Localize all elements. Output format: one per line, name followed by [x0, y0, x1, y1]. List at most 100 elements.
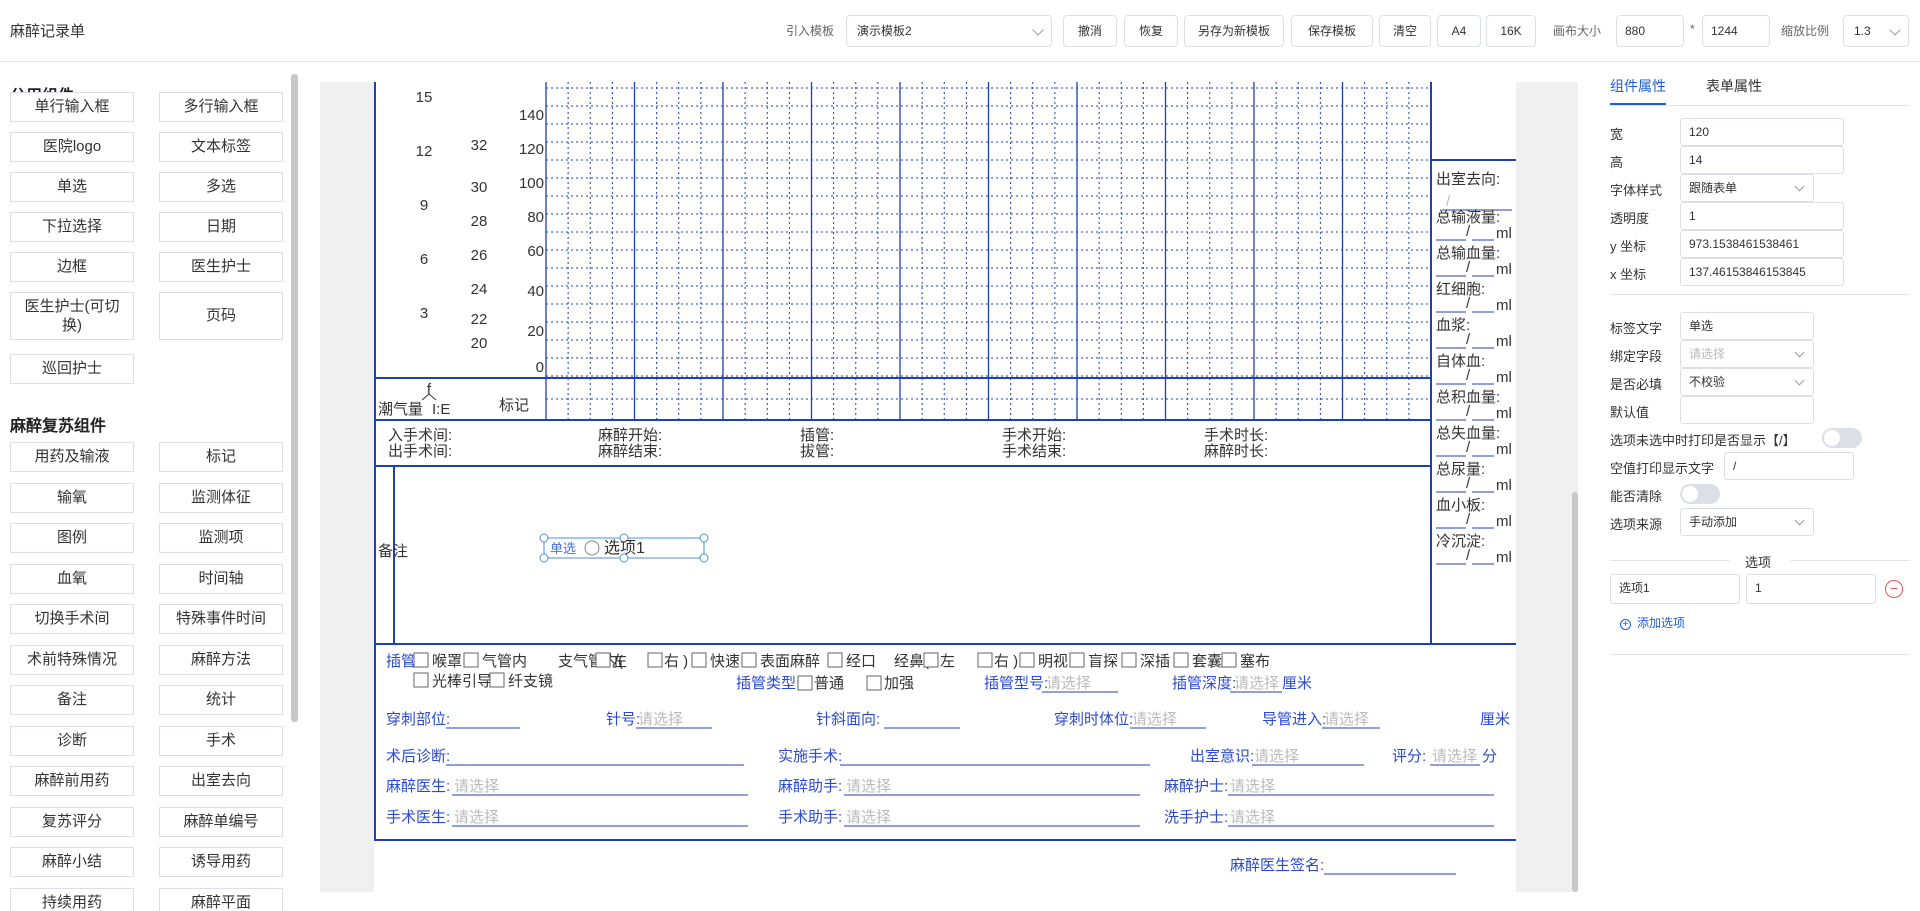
- 16k-button[interactable]: 16K: [1486, 15, 1536, 47]
- bind-field-select[interactable]: 请选择: [1680, 340, 1814, 368]
- component-button[interactable]: 麻醉方法: [159, 644, 283, 675]
- save-template-button[interactable]: 保存模板: [1291, 15, 1373, 47]
- component-button[interactable]: 标记: [159, 442, 283, 472]
- axis-label-resp: 6: [420, 251, 428, 268]
- needle-label: 针号:: [606, 711, 640, 728]
- component-button[interactable]: 边框: [10, 252, 134, 282]
- component-button[interactable]: 麻醉小结: [10, 847, 134, 877]
- component-button[interactable]: 切换手术间: [10, 604, 134, 634]
- axis-label-temp: 22: [471, 311, 488, 328]
- component-button[interactable]: 用药及输液: [10, 442, 134, 472]
- component-button[interactable]: 监测体征: [159, 482, 283, 513]
- axis-label-bp: 60: [527, 243, 544, 260]
- left-scrollbar[interactable]: [291, 74, 298, 722]
- add-option-label: 添加选项: [1637, 616, 1686, 630]
- component-button[interactable]: 文本标签: [159, 132, 283, 162]
- component-button[interactable]: 下拉选择: [10, 212, 134, 242]
- add-option-link[interactable]: + 添加选项: [1620, 614, 1685, 631]
- option-label-input[interactable]: 选项1: [1610, 574, 1740, 604]
- checkbox: [413, 652, 429, 668]
- select-placeholder: 请选择: [846, 809, 891, 826]
- select-placeholder: 请选择: [1230, 778, 1275, 795]
- print-unselected-toggle[interactable]: [1822, 428, 1862, 448]
- component-button[interactable]: 医院logo: [10, 132, 134, 162]
- checkbox: [413, 672, 429, 688]
- select-placeholder: 请选择: [1254, 748, 1299, 765]
- surgery-performed-label: 实施手术:: [778, 748, 842, 765]
- component-button[interactable]: 血氧: [10, 563, 134, 594]
- component-button[interactable]: 页码: [159, 292, 283, 340]
- component-button[interactable]: 监测项: [159, 523, 283, 553]
- stat-unit: ml: [1496, 405, 1512, 422]
- remove-option-icon[interactable]: −: [1885, 580, 1903, 598]
- component-button[interactable]: 输氧: [10, 482, 134, 513]
- tag-text-input[interactable]: 单选: [1680, 312, 1814, 340]
- clearable-toggle[interactable]: [1680, 484, 1720, 504]
- component-button[interactable]: 诊断: [10, 725, 134, 756]
- component-button[interactable]: 巡回护士: [10, 354, 134, 384]
- stat-slash: /: [1466, 331, 1471, 348]
- staff-label: 麻醉医生:: [386, 778, 450, 795]
- canvas-scrollbar[interactable]: [1572, 492, 1578, 892]
- select-placeholder: 请选择: [1432, 748, 1477, 765]
- component-button[interactable]: 统计: [159, 685, 283, 715]
- height-input[interactable]: 14: [1680, 146, 1844, 174]
- checkbox-label: 盲探: [1088, 653, 1118, 670]
- plus-circle-icon: +: [1620, 619, 1631, 630]
- component-button[interactable]: 麻醉前用药: [10, 766, 134, 796]
- clear-button[interactable]: 清空: [1379, 15, 1431, 47]
- bevel-label: 针斜面向:: [816, 711, 880, 728]
- option-source-select[interactable]: 手动添加: [1680, 508, 1814, 536]
- x-coordinate-input[interactable]: 137.46153846153845: [1680, 258, 1844, 286]
- component-button[interactable]: 手术: [159, 725, 283, 756]
- component-button[interactable]: 日期: [159, 212, 283, 242]
- time-field-label: 手术时长:: [1204, 427, 1268, 444]
- option-value-input[interactable]: 1: [1746, 574, 1876, 604]
- checkbox-label: 表面麻醉: [760, 653, 820, 670]
- tab-form-props[interactable]: 表单属性: [1706, 76, 1762, 96]
- monitor-grid: [545, 82, 1432, 420]
- component-button[interactable]: 医生护士(可切换): [10, 292, 134, 340]
- y-coordinate-input[interactable]: 973.1538461538461: [1680, 230, 1844, 258]
- unit-label: 厘米: [1480, 711, 1510, 728]
- opacity-input[interactable]: 1: [1680, 202, 1844, 230]
- empty-print-input[interactable]: /: [1724, 452, 1854, 480]
- component-button[interactable]: 单行输入框: [10, 92, 134, 122]
- required-select[interactable]: 不校验: [1680, 368, 1814, 396]
- canvas-width-input[interactable]: 880: [1616, 15, 1684, 47]
- opacity-label: 透明度: [1610, 211, 1650, 226]
- component-button[interactable]: 特殊事件时间: [159, 604, 283, 634]
- width-input[interactable]: 120: [1680, 118, 1844, 146]
- component-button[interactable]: 麻醉单编号: [159, 806, 283, 837]
- stat-slash: /: [1446, 193, 1451, 210]
- a4-button[interactable]: A4: [1437, 15, 1481, 47]
- component-button[interactable]: 持续用药: [10, 887, 134, 911]
- redo-button[interactable]: 恢复: [1124, 15, 1178, 47]
- component-button[interactable]: 医生护士: [159, 252, 283, 282]
- component-button[interactable]: 诱导用药: [159, 847, 283, 877]
- undo-button[interactable]: 撤消: [1063, 15, 1117, 47]
- print-unselected-label: 选项未选中时打印是否显示【/】: [1610, 433, 1796, 448]
- time-field-label: 麻醉开始:: [598, 427, 662, 444]
- checkbox-label: 明视: [1038, 653, 1068, 670]
- component-button[interactable]: 时间轴: [159, 563, 283, 594]
- canvas-height-input[interactable]: 1244: [1702, 15, 1770, 47]
- component-button[interactable]: 图例: [10, 523, 134, 553]
- x-coordinate-label: x 坐标: [1610, 267, 1647, 282]
- default-value-input[interactable]: [1680, 396, 1814, 424]
- font-style-select[interactable]: 跟随表单: [1680, 174, 1814, 202]
- template-label: 引入模板: [786, 24, 835, 38]
- zoom-select[interactable]: 1.3: [1843, 15, 1909, 47]
- template-select[interactable]: 演示模板2: [846, 15, 1052, 47]
- component-button[interactable]: 术前特殊情况: [10, 644, 134, 675]
- save-as-template-button[interactable]: 另存为新模板: [1184, 15, 1284, 47]
- component-button[interactable]: 麻醉平面: [159, 887, 283, 911]
- component-button[interactable]: 复苏评分: [10, 806, 134, 837]
- component-button[interactable]: 多行输入框: [159, 92, 283, 122]
- component-button[interactable]: 单选: [10, 172, 134, 202]
- component-button[interactable]: 出室去向: [159, 766, 283, 796]
- option-source-value: 手动添加: [1689, 515, 1738, 529]
- component-button[interactable]: 多选: [159, 172, 283, 202]
- component-button[interactable]: 备注: [10, 685, 134, 715]
- tab-component-props[interactable]: 组件属性: [1610, 76, 1666, 96]
